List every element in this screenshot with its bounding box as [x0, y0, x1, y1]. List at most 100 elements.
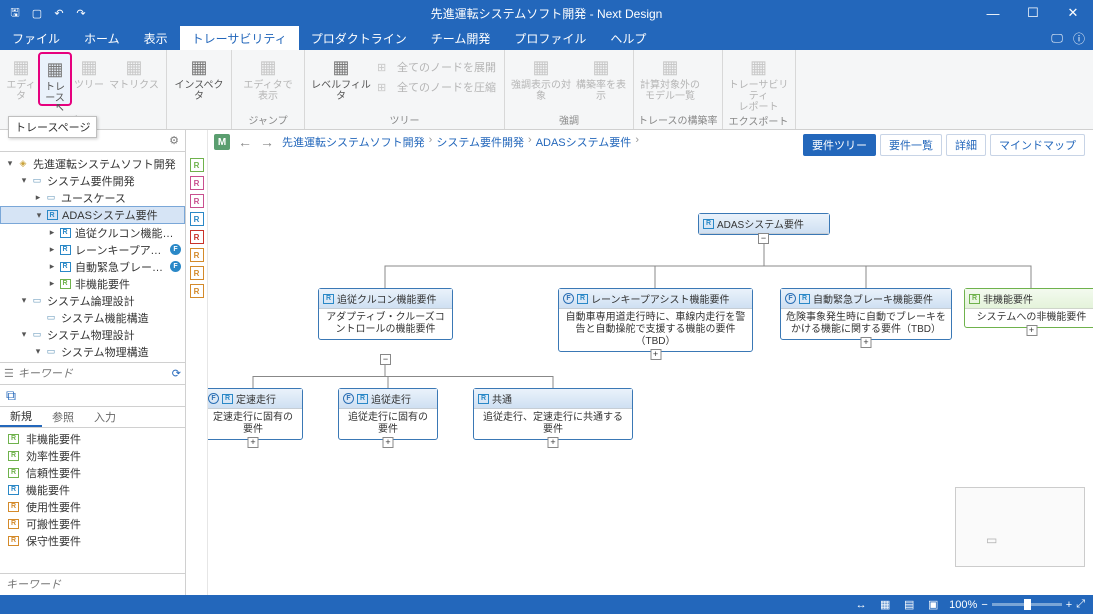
ribbon-btn-トレース[interactable]: ▦トレース: [38, 52, 72, 106]
view-btn-要件ツリー[interactable]: 要件ツリー: [803, 134, 876, 156]
view-btn-詳細[interactable]: 詳細: [946, 134, 986, 156]
zoom-in-button[interactable]: +: [1066, 599, 1072, 611]
tree-item-8[interactable]: ▾▭システム論理設計: [0, 292, 185, 309]
ref-item-5[interactable]: R可搬性要件: [0, 515, 185, 532]
close-button[interactable]: ✕: [1053, 0, 1093, 26]
diagram-node-非機能要件[interactable]: R非機能要件システムへの非機能要件+: [964, 288, 1093, 328]
diagram-node-定速走行[interactable]: FR定速走行定速走行に固有の要件+: [208, 388, 303, 440]
maximize-button[interactable]: ☐: [1013, 0, 1053, 26]
ref-item-2[interactable]: R信頼性要件: [0, 464, 185, 481]
req-icon: R: [969, 294, 980, 304]
expand-icon[interactable]: +: [248, 437, 259, 448]
ref-item-6[interactable]: R保守性要件: [0, 532, 185, 549]
menu-tab-5[interactable]: チーム開発: [419, 26, 503, 50]
ribbon-group-label: 強調: [509, 112, 629, 129]
expand-icon[interactable]: +: [383, 437, 394, 448]
tree-item-7[interactable]: ▸R非機能要件: [0, 275, 185, 292]
ref-item-3[interactable]: R機能要件: [0, 481, 185, 498]
help-icon[interactable]: ⓘ: [1071, 30, 1087, 46]
tree-refresh-icon[interactable]: ⟳: [172, 367, 181, 380]
ref-item-0[interactable]: R非機能要件: [0, 430, 185, 447]
diagram-node-追従クルコン機能要件[interactable]: R追従クルコン機能要件アダプティブ・クルーズコントロールの機能要件: [318, 288, 453, 340]
ribbon: ▦エディタ▦トレース▦ツリー▦マトリクスビュー▦インスペクタ▦エディタで表示ジャ…: [0, 50, 1093, 130]
minimize-button[interactable]: —: [973, 0, 1013, 26]
status-page-icon[interactable]: ▣: [925, 598, 941, 611]
library-keyword-input[interactable]: [6, 579, 179, 591]
gutter-type-0[interactable]: R: [190, 158, 204, 172]
panel-tab-参照[interactable]: 参照: [42, 407, 84, 427]
gutter-type-5[interactable]: R: [190, 248, 204, 262]
library-icon: ⧉: [6, 387, 16, 404]
nav-back-icon[interactable]: ←: [238, 134, 252, 150]
tree-item-2[interactable]: ▸▭ユースケース: [0, 189, 185, 206]
tree-item-10[interactable]: ▾▭システム物理設計: [0, 326, 185, 343]
expand-icon[interactable]: +: [861, 337, 872, 348]
diagram-node-追従走行[interactable]: FR追従走行追従走行に固有の要件+: [338, 388, 438, 440]
diagram-node-レーンキープアシスト機能要件[interactable]: FRレーンキープアシスト機能要件自動車専用道走行時に、車線内走行を警告と自動操舵…: [558, 288, 753, 352]
gutter-type-2[interactable]: R: [190, 194, 204, 208]
reference-list[interactable]: R非機能要件R効率性要件R信頼性要件R機能要件R使用性要件R可搬性要件R保守性要…: [0, 428, 185, 573]
type-gutter[interactable]: RRRRRRRR: [186, 130, 208, 595]
zoom-out-button[interactable]: −: [981, 599, 987, 611]
redo-icon[interactable]: ↷: [74, 6, 88, 20]
ref-item-4[interactable]: R使用性要件: [0, 498, 185, 515]
tree-item-5[interactable]: ▸RレーンキープアシストF: [0, 241, 185, 258]
gutter-type-7[interactable]: R: [190, 284, 204, 298]
breadcrumb-1[interactable]: システム要件開発: [436, 134, 524, 150]
new-icon[interactable]: ▢: [30, 6, 44, 20]
save-icon[interactable]: 🖫: [8, 6, 22, 20]
expand-icon[interactable]: +: [650, 349, 661, 360]
status-grid-icon[interactable]: ▤: [901, 598, 917, 611]
breadcrumb-2[interactable]: ADASシステム要件: [536, 134, 632, 150]
menu-tab-0[interactable]: ファイル: [0, 26, 72, 50]
diagram-node-ADASシステム要件[interactable]: RADASシステム要件: [698, 213, 830, 235]
zoom-slider[interactable]: [992, 603, 1062, 606]
menu-tab-2[interactable]: 表示: [132, 26, 180, 50]
tree-item-4[interactable]: ▸R追従クルコン機能要件: [0, 224, 185, 241]
tree-item-1[interactable]: ▾▭システム要件開発: [0, 172, 185, 189]
ribbon-btn-インスペクタ[interactable]: ▦インスペクタ: [171, 52, 227, 102]
menu-tab-3[interactable]: トレーサビリティ: [180, 26, 299, 50]
expand-icon[interactable]: +: [548, 437, 559, 448]
view-btn-要件一覧[interactable]: 要件一覧: [880, 134, 942, 156]
menu-tab-6[interactable]: プロファイル: [502, 26, 598, 50]
ribbon-row-全てのノードを圧縮: ⊞全てのノードを圧縮: [373, 77, 500, 97]
tree-item-0[interactable]: ▾◈先進運転システムソフト開発: [0, 155, 185, 172]
tree-item-11[interactable]: ▾▭システム物理構造: [0, 343, 185, 360]
collapse-root-icon[interactable]: −: [758, 233, 769, 244]
collapse-node-icon[interactable]: −: [380, 354, 391, 365]
minimap[interactable]: ▭: [955, 487, 1085, 567]
tree-item-6[interactable]: ▸R自動緊急ブレーキ機F: [0, 258, 185, 275]
tree-keyword-input[interactable]: [18, 368, 172, 380]
diagram-node-自動緊急ブレーキ機能要件[interactable]: FR自動緊急ブレーキ機能要件危険事象発生時に自動でブレーキをかける機能に関する要…: [780, 288, 952, 340]
ribbon-btn-レベルフィルタ[interactable]: ▦レベルフィルタ: [309, 52, 373, 102]
feature-icon: F: [343, 393, 354, 404]
tree-settings-icon[interactable]: ⚙: [169, 134, 179, 147]
gutter-type-6[interactable]: R: [190, 266, 204, 280]
menu-tab-4[interactable]: プロダクトライン: [299, 26, 419, 50]
gutter-type-4[interactable]: R: [190, 230, 204, 244]
nav-forward-icon[interactable]: →: [260, 134, 274, 150]
panel-tab-入力[interactable]: 入力: [84, 407, 126, 427]
gutter-type-1[interactable]: R: [190, 176, 204, 190]
breadcrumb-0[interactable]: 先進運転システムソフト開発: [282, 134, 425, 150]
menu-tab-1[interactable]: ホーム: [72, 26, 132, 50]
expand-icon[interactable]: +: [1026, 325, 1037, 336]
undo-icon[interactable]: ↶: [52, 6, 66, 20]
ribbon-btn-構築率を表示: ▦構築率を表示: [573, 52, 629, 102]
diagram-node-共通[interactable]: R共通追従走行、定速走行に共通する要件+: [473, 388, 633, 440]
tree-item-9[interactable]: ▭システム機能構造: [0, 309, 185, 326]
breadcrumb[interactable]: 先進運転システムソフト開発›システム要件開発›ADASシステム要件›: [282, 134, 639, 150]
tree-item-3[interactable]: ▾RADASシステム要件: [0, 206, 185, 224]
model-tree[interactable]: ▾◈先進運転システムソフト開発▾▭システム要件開発▸▭ユースケース▾RADASシ…: [0, 152, 185, 362]
display-settings-icon[interactable]: 🖵: [1049, 30, 1065, 46]
ref-item-1[interactable]: R効率性要件: [0, 447, 185, 464]
keyword-filter-icon: ☰: [4, 367, 14, 380]
status-layout-icon[interactable]: ▦: [877, 598, 893, 611]
panel-tab-新規[interactable]: 新規: [0, 407, 42, 427]
status-pointer-icon[interactable]: ↔: [853, 599, 869, 611]
zoom-fit-icon[interactable]: ⤢: [1076, 598, 1085, 611]
gutter-type-3[interactable]: R: [190, 212, 204, 226]
view-btn-マインドマップ[interactable]: マインドマップ: [990, 134, 1085, 156]
menu-tab-7[interactable]: ヘルプ: [598, 26, 658, 50]
